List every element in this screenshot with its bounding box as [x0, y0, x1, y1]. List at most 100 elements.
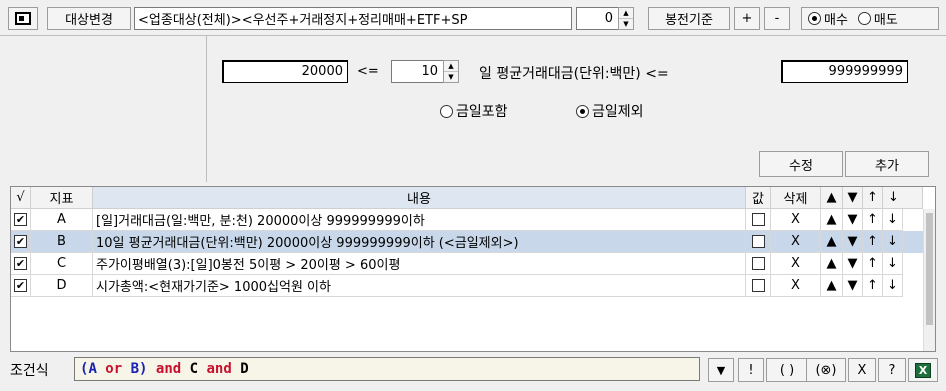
- move-down-header: ↓: [883, 187, 923, 209]
- spin-up-icon[interactable]: ▲: [619, 8, 633, 18]
- move-top-button[interactable]: ▲: [821, 253, 843, 275]
- row-checkbox[interactable]: ✔: [11, 275, 31, 297]
- table-row[interactable]: ✔ A [일]거래대금(일:백만, 분:천) 20000이상 999999999…: [11, 209, 923, 231]
- move-up-button[interactable]: ↑: [863, 231, 883, 253]
- formula-var-d: D: [240, 361, 249, 377]
- move-bottom-button[interactable]: ▼: [843, 209, 863, 231]
- spin-up-icon[interactable]: ▲: [444, 61, 458, 71]
- formula-delete-button[interactable]: X: [848, 358, 876, 382]
- row-checkbox[interactable]: ✔: [11, 253, 31, 275]
- sell-radio[interactable]: 매도: [857, 9, 898, 28]
- not-button[interactable]: !: [738, 358, 764, 382]
- edit-button[interactable]: 수정: [759, 151, 843, 177]
- buy-radio[interactable]: 매수: [808, 9, 848, 28]
- move-down-button[interactable]: ↓: [883, 231, 903, 253]
- industry-change-button[interactable]: 대상변경: [47, 7, 131, 30]
- row-content[interactable]: 주가이평배열(3):[일]0봉전 5이평 > 20이평 > 60이평: [93, 253, 746, 275]
- delete-column-header: 삭제: [771, 187, 821, 209]
- row-content[interactable]: 10일 평균거래대금(단위:백만) 20000이상 999999999이하 (<…: [93, 231, 746, 253]
- row-value-checkbox[interactable]: [746, 209, 771, 231]
- condition-desc-label: 일 평균거래대금(단위:백만) <=: [479, 66, 669, 82]
- radio-on-icon: [808, 12, 821, 25]
- exclude-today-radio[interactable]: 금일제외: [576, 101, 644, 121]
- include-today-label: 금일포함: [456, 104, 508, 120]
- table-row[interactable]: ✔ C 주가이평배열(3):[일]0봉전 5이평 > 20이평 > 60이평 X…: [11, 253, 923, 275]
- condition-table: √ 지표 내용 값 삭제 ▲ ▼ ↑ ↓ ✔ A [일]거래대금(일:백만, 분…: [10, 186, 936, 352]
- move-top-button[interactable]: ▲: [821, 231, 843, 253]
- plus-button[interactable]: +: [734, 7, 760, 30]
- row-delete-button[interactable]: X: [771, 209, 821, 231]
- radio-off-icon: [440, 104, 453, 118]
- row-content[interactable]: [일]거래대금(일:백만, 분:천) 20000이상 999999999이하: [93, 209, 746, 231]
- row-value-checkbox[interactable]: [746, 231, 771, 253]
- row-indicator: A: [31, 209, 93, 231]
- empty-checkbox-icon: [751, 279, 765, 292]
- checkmark-icon: ✔: [14, 257, 27, 270]
- check-column-header: √: [11, 187, 31, 209]
- move-down-button[interactable]: ↓: [883, 253, 903, 275]
- window-toggle-button[interactable]: [8, 7, 38, 30]
- move-up-header: ↑: [863, 187, 883, 209]
- include-today-radio[interactable]: 금일포함: [440, 101, 508, 121]
- min-value-field[interactable]: 20000: [222, 60, 348, 83]
- radio-off-icon: [857, 12, 871, 25]
- formula-var-c: C: [189, 361, 199, 377]
- move-up-button[interactable]: ↑: [863, 253, 883, 275]
- toolbar-divider: [0, 35, 946, 36]
- add-button[interactable]: 추가: [845, 151, 929, 177]
- move-top-header: ▲: [821, 187, 843, 209]
- move-bottom-button[interactable]: ▼: [843, 231, 863, 253]
- move-bottom-button[interactable]: ▼: [843, 253, 863, 275]
- spin-down-icon[interactable]: ▼: [619, 18, 633, 29]
- checkmark-icon: ✔: [14, 235, 27, 248]
- indicator-column-header: 지표: [31, 187, 93, 209]
- move-bottom-button[interactable]: ▼: [843, 275, 863, 297]
- table-row[interactable]: ✔ B 10일 평균거래대금(단위:백만) 20000이상 999999999이…: [11, 231, 923, 253]
- table-scrollbar[interactable]: [923, 209, 935, 351]
- radio-on-icon: [576, 104, 589, 118]
- formula-field[interactable]: (A or B) and C and D: [74, 357, 700, 381]
- max-value-field[interactable]: 999999999: [781, 60, 908, 83]
- row-checkbox[interactable]: ✔: [11, 231, 31, 253]
- move-bottom-header: ▼: [843, 187, 863, 209]
- move-top-button[interactable]: ▲: [821, 209, 843, 231]
- row-checkbox[interactable]: ✔: [11, 209, 31, 231]
- help-button[interactable]: ?: [878, 358, 906, 382]
- buy-label: 매수: [824, 13, 848, 28]
- checkmark-icon: ✔: [14, 279, 27, 292]
- move-up-button[interactable]: ↑: [863, 275, 883, 297]
- candle-basis-button[interactable]: 봉전기준: [648, 7, 730, 30]
- candle-offset-spinner[interactable]: ▲ ▼: [618, 7, 634, 30]
- row-value-checkbox[interactable]: [746, 253, 771, 275]
- formula-var-a: A: [88, 361, 97, 377]
- formula-var-b: B: [130, 361, 140, 377]
- row-indicator: B: [31, 231, 93, 253]
- move-down-button[interactable]: ↓: [883, 275, 903, 297]
- paren-button[interactable]: ( ): [766, 358, 808, 382]
- excel-export-button[interactable]: X: [908, 358, 938, 382]
- row-delete-button[interactable]: X: [771, 275, 821, 297]
- content-column-header: 내용: [93, 187, 746, 209]
- row-delete-button[interactable]: X: [771, 253, 821, 275]
- scrollbar-thumb[interactable]: [926, 213, 933, 325]
- formula-label: 조건식: [10, 363, 49, 379]
- xor-button[interactable]: (⊗): [806, 358, 846, 382]
- row-content[interactable]: 시가총액:<현재가기준> 1000십억원 이하: [93, 275, 746, 297]
- move-top-button[interactable]: ▲: [821, 275, 843, 297]
- table-row[interactable]: ✔ D 시가총액:<현재가기준> 1000십억원 이하 X ▲ ▼ ↑ ↓: [11, 275, 923, 297]
- row-indicator: C: [31, 253, 93, 275]
- row-value-checkbox[interactable]: [746, 275, 771, 297]
- spin-down-icon[interactable]: ▼: [444, 71, 458, 82]
- formula-open-paren: (: [80, 361, 89, 377]
- row-delete-button[interactable]: X: [771, 231, 821, 253]
- window-icon: [15, 12, 31, 25]
- minus-button[interactable]: -: [764, 7, 790, 30]
- formula-op-and-2: and: [198, 361, 241, 377]
- days-spinner[interactable]: ▲ ▼: [443, 60, 459, 83]
- formula-op-and-1: and: [147, 361, 190, 377]
- formula-dropdown-button[interactable]: ▼: [708, 358, 734, 382]
- lte-label-1: <=: [357, 64, 379, 79]
- move-up-button[interactable]: ↑: [863, 209, 883, 231]
- move-down-button[interactable]: ↓: [883, 209, 903, 231]
- filter-field[interactable]: <업종대상(전체)><우선주+거래정지+정리매매+ETF+SP: [134, 7, 572, 30]
